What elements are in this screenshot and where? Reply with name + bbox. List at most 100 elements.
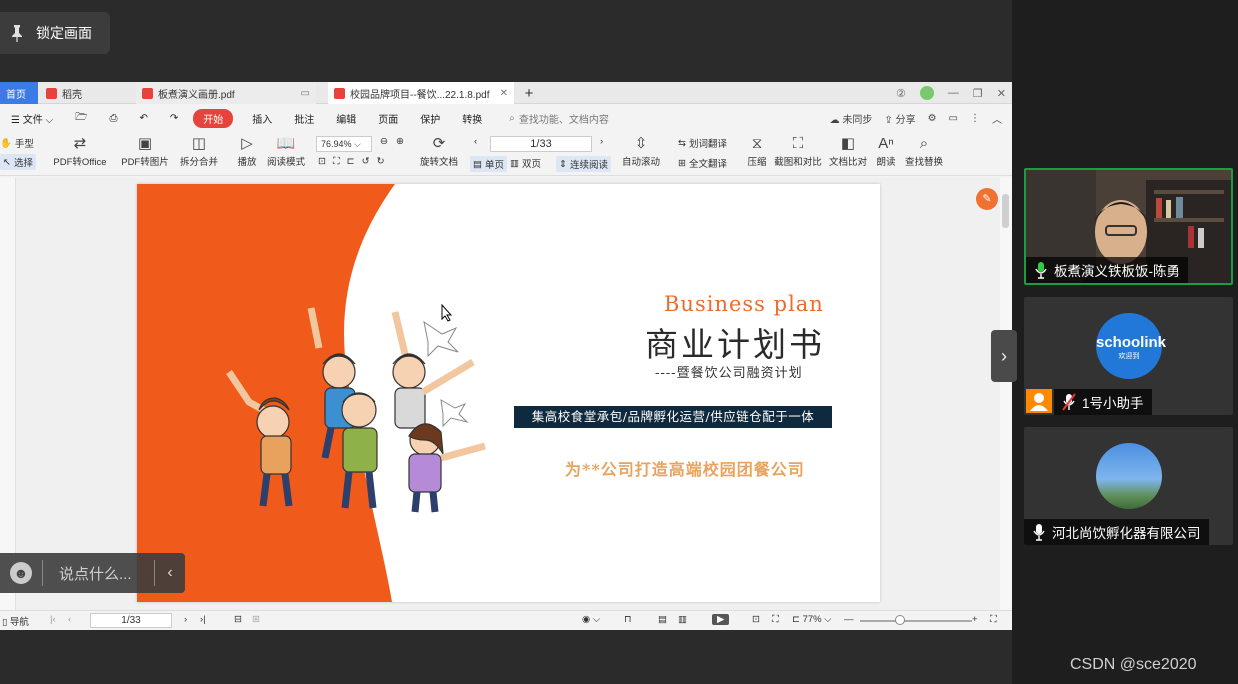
tab-home[interactable]: 首页 bbox=[0, 82, 38, 104]
nav-toggle[interactable]: ▯ 导航 bbox=[2, 614, 29, 628]
redo-icon[interactable]: ↷ bbox=[159, 113, 189, 124]
participant-tile[interactable]: 河北尚饮孵化器有限公司 bbox=[1024, 427, 1233, 545]
menu-insert[interactable]: 插入 bbox=[241, 111, 283, 126]
fit-width-icon[interactable]: ⊏ bbox=[347, 156, 355, 167]
continuous-view-icon[interactable]: ⊓ bbox=[624, 614, 631, 625]
read-mode-button[interactable]: 📖 阅读模式 bbox=[266, 134, 306, 168]
doc-compare-button[interactable]: ◧ 文档比对 bbox=[829, 134, 867, 168]
double-view-icon[interactable]: ▥ bbox=[678, 614, 687, 625]
single-page-button[interactable]: ▤ 单页 bbox=[470, 156, 507, 172]
status-bar: ▯ 导航 |‹ ‹ 1/33 › ›| ⊟ ⊞ ◉ ⌵ ⊓ ▤ ▥ ▶ ⊡ ⛶ … bbox=[0, 610, 1012, 630]
open-icon[interactable]: 🗁 bbox=[64, 110, 98, 127]
auto-scroll-button[interactable]: ⇳ 自动滚动 bbox=[618, 134, 664, 168]
actual-size-icon[interactable]: ⊡ bbox=[318, 156, 326, 167]
menu-start[interactable]: 开始 bbox=[193, 108, 234, 128]
auto-scroll-icon: ⇳ bbox=[634, 135, 648, 152]
share-button[interactable]: ⇪ 分享 bbox=[884, 111, 915, 126]
rotate-left-icon[interactable]: ↺ bbox=[362, 156, 370, 167]
pdf-to-office-button[interactable]: ⇄ PDF转Office bbox=[52, 134, 108, 168]
settings-icon[interactable]: ⚙ bbox=[928, 113, 937, 124]
tab-pdf-brochure[interactable]: 板煮演义画册.pdf ▭ bbox=[136, 82, 316, 104]
split-merge-button[interactable]: ◫ 拆分合并 bbox=[177, 134, 221, 168]
collapse-ribbon-icon[interactable]: ︿ bbox=[992, 111, 1002, 126]
restore-icon[interactable]: ❐ bbox=[973, 87, 983, 100]
play-slideshow-icon[interactable]: ▶ bbox=[712, 614, 730, 625]
slide-highlight-band: 集高校食堂承包/品牌孵化运营/供应链仓配于一体 bbox=[514, 406, 832, 428]
tab-pdf-campus-project[interactable]: 校园品牌项目--餐饮...22.1.8.pdf ✕ bbox=[328, 82, 514, 104]
select-tool[interactable]: ↖ 选择 bbox=[0, 154, 36, 170]
screenshot-compare-button[interactable]: ⛶ 截图和对比 bbox=[774, 134, 822, 168]
sync-status[interactable]: ☁ 未同步 bbox=[830, 111, 873, 126]
chat-input[interactable]: 说点什么... bbox=[43, 563, 154, 584]
next-page-button[interactable]: › bbox=[600, 136, 603, 147]
zoom-in-icon[interactable]: ⊕ bbox=[396, 136, 404, 147]
emoji-icon[interactable]: ☻ bbox=[10, 562, 32, 584]
print-icon[interactable]: ⎙ bbox=[99, 113, 129, 124]
minimize-icon[interactable]: — bbox=[948, 87, 959, 99]
close-window-icon[interactable]: ✕ bbox=[997, 87, 1006, 100]
pdf-assistant-icon[interactable]: ✎ bbox=[976, 188, 998, 210]
menu-page[interactable]: 页面 bbox=[367, 111, 409, 126]
panel-toggle-button[interactable]: › bbox=[991, 330, 1017, 382]
avatar[interactable] bbox=[919, 86, 934, 100]
play-button[interactable]: ▷ 播放 bbox=[234, 134, 260, 168]
actual-size-status-icon[interactable]: ⊡ bbox=[752, 614, 760, 625]
last-page-icon[interactable]: ›| bbox=[200, 614, 206, 625]
find-replace-button[interactable]: ⌕ 查找替换 bbox=[904, 134, 944, 168]
menu-annotate[interactable]: 批注 bbox=[283, 111, 325, 126]
comment-icon[interactable]: ▭ bbox=[949, 113, 958, 124]
window-count-icon[interactable]: ② bbox=[896, 87, 906, 100]
prev-page-icon[interactable]: ‹ bbox=[68, 614, 71, 625]
prev-page-button[interactable]: ‹ bbox=[474, 136, 477, 147]
double-page-button[interactable]: ▥ 双页 bbox=[510, 156, 541, 171]
zoom-in-status-icon[interactable]: + bbox=[972, 614, 978, 625]
status-page-input[interactable]: 1/33 bbox=[90, 613, 172, 628]
vertical-scrollbar[interactable] bbox=[1000, 178, 1012, 610]
page-number-input[interactable]: 1/33 bbox=[490, 136, 592, 152]
undo-icon[interactable]: ↶ bbox=[129, 113, 159, 124]
lock-screen-button[interactable]: 锁定画面 bbox=[0, 12, 110, 54]
rotate-right-icon[interactable]: ↻ bbox=[377, 156, 385, 167]
continuous-read-button[interactable]: ⇕ 连续阅读 bbox=[556, 156, 611, 172]
new-tab-button[interactable]: + bbox=[520, 82, 538, 104]
feature-search[interactable]: ⌕ 查找功能、文档内容 bbox=[509, 111, 609, 126]
compress-button[interactable]: ⧖ 压缩 bbox=[744, 134, 770, 168]
eye-protect-icon[interactable]: ◉ ⌵ bbox=[582, 614, 600, 625]
tab-docer[interactable]: 稻壳 bbox=[40, 82, 132, 104]
full-translate-button[interactable]: ⊞ 全文翻译 bbox=[678, 156, 727, 171]
doc-compare-label: 文档比对 bbox=[829, 157, 868, 168]
read-aloud-button[interactable]: Aⁿ 朗读 bbox=[874, 134, 898, 168]
menu-file[interactable]: ☰ 文件 ⌵ bbox=[0, 111, 64, 126]
more-icon[interactable]: ⋮ bbox=[970, 113, 980, 124]
zoom-slider[interactable] bbox=[860, 620, 972, 622]
slide-slogan: 为**公司打造高端校园团餐公司 bbox=[565, 460, 805, 479]
export-icon[interactable]: ⊞ bbox=[252, 614, 260, 625]
fit-page-status-icon[interactable]: ⛶ bbox=[772, 614, 779, 625]
hand-tool[interactable]: ✋ 手型 bbox=[0, 136, 34, 151]
next-page-icon[interactable]: › bbox=[184, 614, 187, 625]
close-icon[interactable]: ✕ bbox=[500, 88, 508, 99]
zoom-out-icon[interactable]: ⊖ bbox=[380, 136, 388, 147]
pdf-to-image-button[interactable]: ▣ PDF转图片 bbox=[121, 134, 169, 168]
word-translate-button[interactable]: ⇆ 划词翻译 bbox=[678, 136, 727, 151]
zoom-select[interactable]: 76.94% ⌵ bbox=[316, 136, 372, 152]
chevron-left-icon[interactable]: ‹ bbox=[155, 564, 185, 582]
rotate-doc-button[interactable]: ⟳ 旋转文档 bbox=[418, 134, 460, 168]
fit-page-icon[interactable]: ⛶ bbox=[333, 156, 340, 167]
single-view-icon[interactable]: ▤ bbox=[658, 614, 667, 625]
monitor-icon[interactable]: ▭ bbox=[301, 88, 310, 99]
first-page-icon[interactable]: |‹ bbox=[50, 614, 56, 625]
menu-convert[interactable]: 转换 bbox=[451, 111, 493, 126]
left-sidebar[interactable] bbox=[0, 178, 16, 610]
zoom-status[interactable]: ⊏ 77% ⌵ bbox=[792, 614, 831, 625]
fit-icon[interactable]: ⊟ bbox=[234, 614, 242, 625]
participant-tile[interactable]: schoolink 欢迎到 1号小助手 bbox=[1024, 297, 1233, 415]
fullscreen-icon[interactable]: ⛶ bbox=[990, 614, 997, 625]
pdf-icon bbox=[142, 87, 153, 99]
zoom-slider-knob[interactable] bbox=[895, 615, 905, 625]
participant-tile[interactable]: 板煮演义铁板饭-陈勇 bbox=[1024, 168, 1233, 285]
zoom-out-status-icon[interactable]: — bbox=[844, 614, 854, 625]
scrollbar-thumb[interactable] bbox=[1002, 194, 1009, 228]
menu-protect[interactable]: 保护 bbox=[409, 111, 451, 126]
menu-edit[interactable]: 编辑 bbox=[325, 111, 367, 126]
